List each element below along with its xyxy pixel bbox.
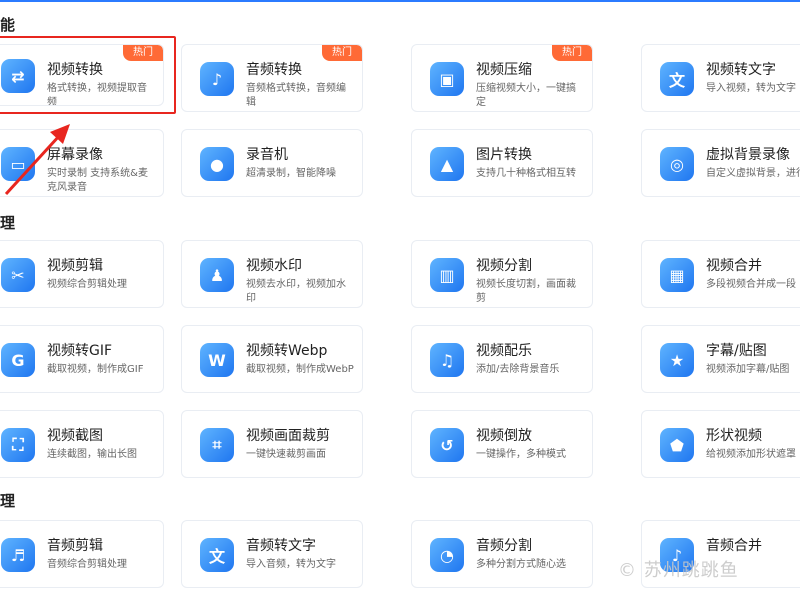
tool-title: 图片转换 [476,147,532,163]
tool-description: 实时录制 支持系统&麦克风录音 [47,168,148,193]
crop-icon: ⌗ [200,428,234,462]
tool-card-video-to-text[interactable]: 文视频转文字导入视频，转为文字 [641,44,800,112]
recorder-icon: ● [200,147,234,181]
hot-badge: 热门 [322,45,362,61]
screenshot-icon: ⛶ [1,428,35,462]
tool-card-video-merge[interactable]: ▦ 视频合并多段视频合并成一段 [641,240,800,308]
section-title-convert: 能 [0,16,16,34]
tool-card-audio-to-text[interactable]: 文音频转文字导入音频，转为文字 [181,520,363,588]
watermark-text: © 苏州跳跳鱼 [618,560,739,581]
tool-title: 视频转Webp [246,343,328,359]
tool-description: 连续截图，输出长图 [47,449,137,460]
tool-description: 截取视频，制作成WebP [246,364,354,375]
tool-title: 视频分割 [476,258,532,274]
tool-description: 音频格式转换，音频编辑 [246,83,346,108]
webp-icon: W [200,343,234,377]
tool-card-video-to-gif[interactable]: G 视频转GIF 截取视频，制作成GIF [0,325,164,393]
tool-card-virtual-bg[interactable]: ◎ 虚拟背景录像自定义虚拟背景，进行 [641,129,800,197]
tool-card-video-split[interactable]: ▥ 视频分割视频长度切割，画面裁剪 [411,240,593,308]
tool-card-video-watermark[interactable]: ♟ 视频水印视频去水印，视频加水印 [181,240,363,308]
tool-description: 多段视频合并成一段 [706,279,796,290]
reverse-icon: ↺ [430,428,464,462]
tool-title: 视频合并 [706,258,762,274]
tool-description: 添加/去除背景音乐 [476,364,560,375]
tool-description: 给视频添加形状遮罩 [706,449,796,460]
audio-text-icon: 文 [200,538,234,572]
tool-title: 音频转文字 [246,538,316,554]
tool-title: 视频水印 [246,258,302,274]
tool-description: 压缩视频大小，一键搞定 [476,83,576,108]
tool-description: 一键快速裁剪画面 [246,449,326,460]
tool-description: 自定义虚拟背景，进行 [706,168,800,179]
tool-title: 音频分割 [476,538,532,554]
music-icon: ♫ [430,343,464,377]
audio-split-icon: ◔ [430,538,464,572]
text-icon: 文 [660,62,694,96]
tool-description: 视频长度切割，画面裁剪 [476,279,576,304]
gif-icon: G [1,343,35,377]
tool-description: 导入音频，转为文字 [246,559,336,570]
tool-card-subtitle-sticker[interactable]: ★ 字幕/贴图视频添加字幕/贴图 [641,325,800,393]
film-merge-icon: ▦ [660,258,694,292]
tool-card-recorder[interactable]: ● 录音机超清录制，智能降噪 [181,129,363,197]
shape-icon: ⬟ [660,428,694,462]
tool-title: 视频画面裁剪 [246,428,330,444]
tool-title: 视频截图 [47,428,103,444]
highlight-box [0,36,176,114]
tool-card-video-reverse[interactable]: ↺ 视频倒放一键操作，多种模式 [411,410,593,478]
stamp-icon: ♟ [200,258,234,292]
tool-title: 视频配乐 [476,343,532,359]
tool-description: 支持几十种格式相互转 [476,168,576,179]
tool-title: 录音机 [246,147,288,163]
tool-card-video-screenshot[interactable]: ⛶ 视频截图连续截图，输出长图 [0,410,164,478]
tool-title: 字幕/贴图 [706,343,767,359]
virtual-bg-icon: ◎ [660,147,694,181]
tool-title: 虚拟背景录像 [706,147,790,163]
screen-record-icon: ▭ [1,147,35,181]
tool-title: 视频倒放 [476,428,532,444]
tool-title: 屏幕录像 [47,147,103,163]
image-icon: ▲ [430,147,464,181]
tool-description: 音频综合剪辑处理 [47,559,127,570]
tool-card-video-crop[interactable]: ⌗ 视频画面裁剪一键快速裁剪画面 [181,410,363,478]
tool-description: 截取视频，制作成GIF [47,364,144,375]
tool-card-video-music[interactable]: ♫ 视频配乐添加/去除背景音乐 [411,325,593,393]
section-title-video-edit: 理 [0,214,16,232]
hot-badge: 热门 [552,45,592,61]
tool-description: 导入视频，转为文字 [706,83,796,94]
tool-title: 视频转文字 [706,62,776,78]
tool-title: 音频剪辑 [47,538,103,554]
tool-description: 多种分割方式随心选 [476,559,566,570]
tool-title: 视频压缩 [476,62,532,78]
tool-description: 视频去水印，视频加水印 [246,279,346,304]
tool-description: 一键操作，多种模式 [476,449,566,460]
tool-card-video-to-webp[interactable]: W 视频转Webp 截取视频，制作成WebP [181,325,363,393]
tool-description: 视频添加字幕/贴图 [706,364,790,375]
tool-title: 形状视频 [706,428,762,444]
section-title-audio-edit: 理 [0,492,16,510]
tool-title: 视频剪辑 [47,258,103,274]
tool-card-audio-split[interactable]: ◔ 音频分割多种分割方式随心选 [411,520,593,588]
tool-card-video-edit[interactable]: ✂ 视频剪辑视频综合剪辑处理 [0,240,164,308]
tool-title: 视频转GIF [47,343,113,359]
tool-card-audio-convert[interactable]: ♪ 音频转换音频格式转换，音频编辑 热门 [181,44,363,112]
audio-edit-icon: ♬ [1,538,35,572]
film-split-icon: ▥ [430,258,464,292]
tool-description: 超清录制，智能降噪 [246,168,336,179]
tool-card-shape-video[interactable]: ⬟ 形状视频给视频添加形状遮罩 [641,410,800,478]
tool-card-video-compress[interactable]: ▣ 视频压缩压缩视频大小，一键搞定 热门 [411,44,593,112]
tool-card-audio-edit[interactable]: ♬ 音频剪辑音频综合剪辑处理 [0,520,164,588]
edit-icon: ✂ [1,258,35,292]
tool-card-image-convert[interactable]: ▲ 图片转换支持几十种格式相互转 [411,129,593,197]
tool-title: 音频转换 [246,62,302,78]
tool-title: 音频合并 [706,538,762,554]
audio-convert-icon: ♪ [200,62,234,96]
compress-icon: ▣ [430,62,464,96]
top-accent-line [0,0,800,2]
star-icon: ★ [660,343,694,377]
tool-description: 视频综合剪辑处理 [47,279,127,290]
tool-card-screen-record[interactable]: ▭ 屏幕录像实时录制 支持系统&麦克风录音 [0,129,164,197]
